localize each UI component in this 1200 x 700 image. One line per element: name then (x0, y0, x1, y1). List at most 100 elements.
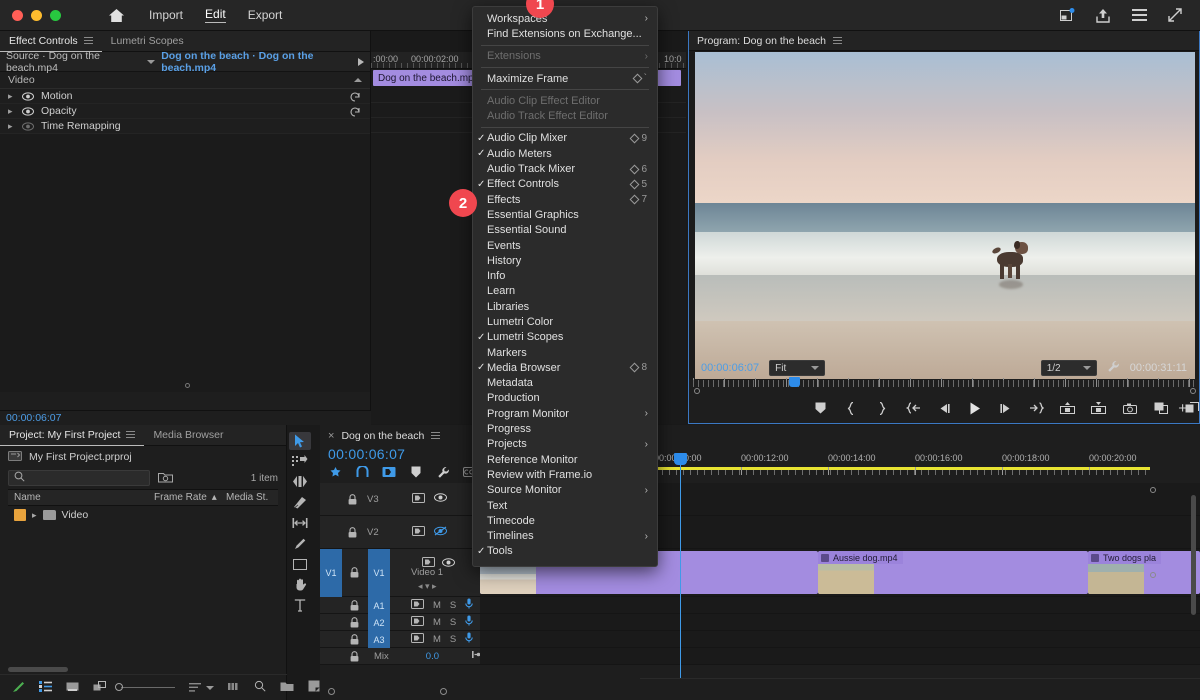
mute-button[interactable]: M (433, 617, 441, 628)
menu-item-workspaces[interactable]: Workspaces › (473, 11, 657, 26)
zoom-slider[interactable] (121, 687, 175, 688)
settings-wrench-icon[interactable] (436, 465, 450, 479)
menu-item-timecode[interactable]: Timecode (473, 513, 657, 528)
track-select-forward-tool[interactable] (289, 453, 311, 471)
lock-icon[interactable] (348, 527, 358, 538)
maximize-window-button[interactable] (50, 10, 61, 21)
window-controls[interactable] (12, 10, 61, 21)
sort-icon[interactable] (189, 683, 214, 692)
share-icon[interactable] (1094, 6, 1112, 24)
menu-item-progress[interactable]: Progress (473, 421, 657, 436)
panel-menu-icon[interactable] (126, 431, 135, 439)
lock-icon[interactable] (350, 651, 359, 662)
timeline-clip[interactable]: Two dogs pla (1088, 551, 1200, 594)
timeline-zoom-handle-right[interactable] (440, 688, 447, 695)
play-icon[interactable] (968, 401, 983, 416)
go-to-in-icon[interactable] (906, 401, 921, 416)
snap-magnet-icon[interactable] (328, 465, 342, 479)
menu-item-lumetri-color[interactable]: Lumetri Color (473, 314, 657, 329)
minimize-window-button[interactable] (31, 10, 42, 21)
list-view-icon[interactable] (39, 681, 52, 695)
eye-icon-off[interactable] (434, 526, 447, 539)
search-input[interactable] (8, 470, 150, 486)
playhead-handle[interactable] (674, 453, 687, 465)
menu-item-projects[interactable]: Projects › (473, 437, 657, 452)
step-back-icon[interactable] (937, 401, 952, 416)
track-target-a1[interactable]: A1 (368, 597, 390, 614)
out-point-handle[interactable] (1190, 388, 1196, 394)
mute-button[interactable]: M (433, 634, 441, 645)
timeline-playhead-timecode[interactable]: 00:00:06:07 (320, 446, 480, 462)
marker-icon[interactable] (409, 465, 423, 479)
lock-icon[interactable] (348, 494, 358, 505)
menu-item-essential-sound[interactable]: Essential Sound (473, 223, 657, 238)
menu-item-events[interactable]: Events (473, 238, 657, 253)
find-icon[interactable] (254, 680, 266, 695)
track-target-v1[interactable]: V1 (368, 549, 390, 597)
chevron-up-icon[interactable] (354, 78, 362, 82)
extract-icon[interactable] (1091, 401, 1106, 416)
nav-edit[interactable]: Edit (205, 7, 226, 23)
menu-item-media-browser[interactable]: ✓ Media Browser 8 (473, 360, 657, 375)
close-icon[interactable]: × (328, 430, 334, 442)
menu-item-markers[interactable]: Markers (473, 345, 657, 360)
track-header-v1[interactable]: V1 V1 Video 1 ◂ ▾ ▸ (320, 549, 480, 597)
sync-lock-icon[interactable] (411, 633, 424, 646)
track-target-a3[interactable]: A3 (368, 631, 390, 648)
timeline-playhead[interactable] (680, 453, 681, 678)
menu-item-find-extensions[interactable]: Find Extensions on Exchange... (473, 26, 657, 41)
reset-icon[interactable] (349, 105, 362, 117)
eye-icon[interactable] (22, 107, 34, 116)
rectangle-tool[interactable] (289, 555, 311, 573)
menu-item-program-monitor[interactable]: Program Monitor › (473, 406, 657, 421)
chevron-right-icon[interactable]: ▸ (32, 510, 37, 521)
menu-item-history[interactable]: History (473, 253, 657, 268)
go-to-out-icon[interactable] (1029, 401, 1044, 416)
timeline-vertical-scrollbar[interactable] (1191, 495, 1196, 615)
chevron-down-icon[interactable] (206, 686, 214, 690)
add-marker-icon[interactable] (813, 401, 828, 416)
button-editor-plus-icon[interactable]: + (1178, 400, 1187, 417)
sync-lock-icon[interactable] (411, 599, 424, 612)
microphone-icon[interactable] (465, 615, 473, 629)
tab-effect-controls[interactable]: Effect Controls (0, 31, 102, 52)
lock-icon[interactable] (350, 567, 360, 578)
reset-icon[interactable] (349, 90, 362, 102)
nav-export[interactable]: Export (248, 8, 283, 23)
chevron-right-icon[interactable]: ▸ (8, 121, 15, 132)
menu-item-audio-track-mixer[interactable]: Audio Track Mixer 6 (473, 161, 657, 176)
new-bin-icon[interactable] (280, 681, 294, 695)
track-target-v1-left[interactable]: V1 (320, 549, 342, 597)
effect-row-opacity[interactable]: ▸ Opacity (0, 104, 370, 119)
track-header-v2[interactable]: V2 (320, 516, 480, 549)
sync-lock-icon[interactable] (412, 526, 425, 539)
automate-to-sequence-icon[interactable] (228, 682, 240, 694)
menu-item-lumetri-scopes[interactable]: ✓ Lumetri Scopes (473, 330, 657, 345)
track-header-mix[interactable]: Mix 0.0 (320, 648, 480, 665)
menu-item-reference-monitor[interactable]: Reference Monitor (473, 452, 657, 467)
selection-tool[interactable] (289, 432, 311, 450)
menu-item-production[interactable]: Production (473, 391, 657, 406)
window-menu-dropdown[interactable]: Workspaces › Find Extensions on Exchange… (472, 6, 658, 567)
effect-group-video[interactable]: Video (0, 72, 370, 89)
effect-row-motion[interactable]: ▸ Motion (0, 89, 370, 104)
menu-item-libraries[interactable]: Libraries (473, 299, 657, 314)
track-header-a3[interactable]: A3 M S (320, 631, 480, 648)
export-frame-icon[interactable] (1122, 401, 1137, 416)
menu-item-source-monitor[interactable]: Source Monitor › (473, 483, 657, 498)
program-scrub-bar[interactable] (693, 377, 1197, 391)
track-header-a1[interactable]: A1 M S (320, 597, 480, 614)
menu-item-tools[interactable]: ✓ Tools (473, 544, 657, 559)
close-window-button[interactable] (12, 10, 23, 21)
sync-lock-icon[interactable] (422, 557, 435, 570)
program-monitor-video[interactable] (695, 52, 1195, 380)
add-marker-icon[interactable] (382, 465, 396, 479)
tab-project[interactable]: Project: My First Project (0, 425, 144, 446)
menu-item-effects[interactable]: Effects 7 (473, 192, 657, 207)
menu-item-text[interactable]: Text (473, 498, 657, 513)
tab-program-monitor[interactable]: Program: Dog on the beach (697, 35, 826, 47)
eye-icon[interactable] (434, 493, 447, 505)
panel-menu-icon[interactable] (84, 37, 93, 45)
settings-wrench-icon[interactable] (1107, 360, 1120, 376)
eye-icon-disabled[interactable] (22, 122, 34, 131)
